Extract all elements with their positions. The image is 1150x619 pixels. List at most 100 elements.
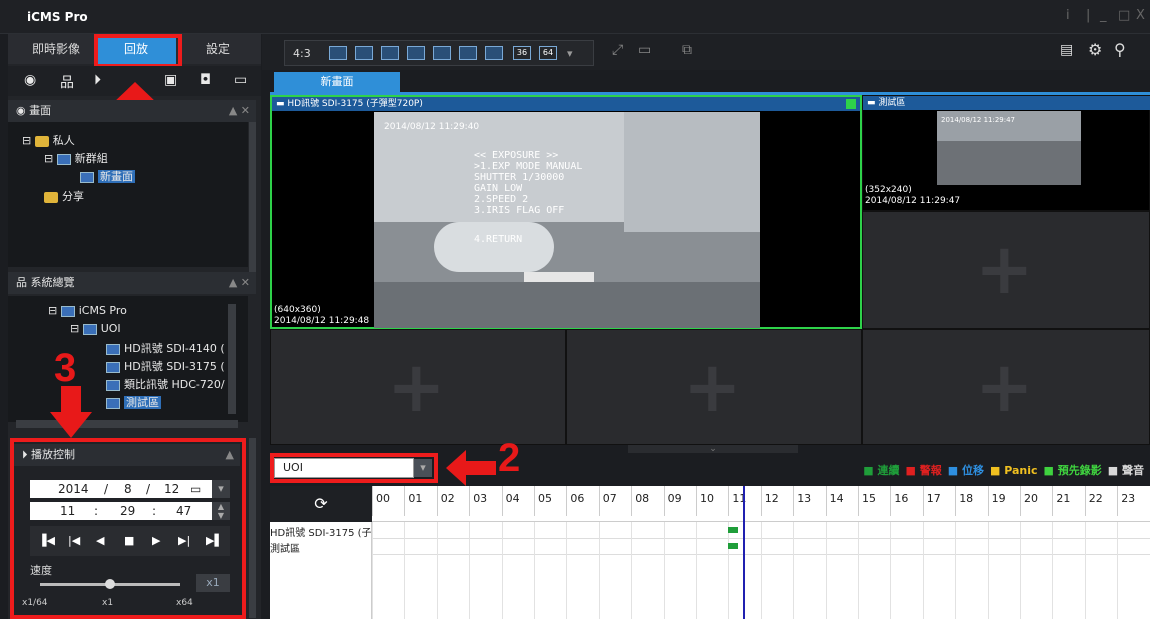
timeline-gridline [955, 522, 957, 619]
timeline-hour-label: 22 [1084, 486, 1117, 516]
title-bar: iCMS Pro i | _ □ X [0, 0, 1150, 34]
tree-node-camera[interactable]: 測試區 [106, 394, 161, 410]
playback-scrollbar[interactable] [249, 438, 256, 618]
collapse-handle[interactable]: ⌄ [628, 445, 798, 454]
search-icon[interactable]: ⚲ [1114, 40, 1126, 59]
tree-node-camera[interactable]: HD訊號 SDI-3175 ( [106, 358, 225, 374]
device-panel-title: 系統總覽 [30, 276, 75, 289]
recording-segment[interactable] [728, 543, 739, 549]
tab-live[interactable]: 即時影像 [16, 34, 96, 64]
tree-node-new-group[interactable]: ⊟ 新群組 [44, 150, 108, 166]
layout-9-icon[interactable] [407, 46, 425, 60]
play-circle-icon[interactable]: ⏵ [94, 72, 101, 88]
screens-tree: ⊟ 私人 ⊟ 新群組 新畫面 分享 [8, 122, 248, 267]
video-resolution: (352x240) [865, 185, 912, 195]
camera-icon [106, 361, 120, 373]
folder-icon [44, 191, 58, 203]
screens-scrollbar[interactable] [249, 122, 256, 272]
refresh-icon[interactable]: ⟳ [270, 486, 372, 522]
view-tab[interactable]: 新畫面 [274, 72, 400, 92]
recording-segment[interactable] [728, 527, 739, 533]
layout-toolbar: 4:3 36 64 ▾ ⤢ ▭ ⧉ ▤ ⚙ ⚲ [262, 34, 1150, 70]
info-icon[interactable]: i [1066, 8, 1070, 23]
device-tree-icon[interactable]: 品 [60, 72, 74, 92]
save-icon[interactable]: ▣ [164, 72, 177, 88]
empty-video-slot[interactable]: + [862, 329, 1150, 445]
layout-4-icon[interactable] [355, 46, 373, 60]
timeline-body[interactable] [372, 486, 1150, 619]
timeline-gridline [1020, 522, 1021, 619]
video-window-main[interactable]: ▬ HD訊號 SDI-3175 (子彈型720P) 2014/08/12 11:… [270, 95, 862, 329]
device-tree-icon: 品 [16, 276, 31, 289]
panel-controls-icon[interactable]: ▲ ✕ [229, 272, 250, 294]
popout-icon[interactable]: ⧉ [682, 42, 692, 58]
server-icon [60, 305, 75, 317]
tree-node-camera[interactable]: HD訊號 SDI-4140 ( [106, 340, 225, 356]
app-title: iCMS Pro [27, 10, 88, 24]
timeline-hour-label: 10 [696, 486, 728, 516]
camera-icon [106, 379, 120, 391]
fullscreen-icon[interactable]: ⤢ [612, 42, 623, 58]
tree-node-new-screen[interactable]: 新畫面 [80, 168, 135, 184]
empty-video-slot[interactable]: + [862, 211, 1150, 329]
timeline-gridline [1117, 522, 1119, 619]
maximize-button[interactable]: □ [1118, 8, 1130, 23]
tree-node-private[interactable]: ⊟ 私人 [22, 132, 75, 148]
camera-icon[interactable]: ◘ [200, 72, 211, 88]
tree-node-shared[interactable]: 分享 [44, 188, 84, 204]
highlight-box-1 [94, 34, 182, 68]
layout-16-icon[interactable] [485, 46, 503, 60]
layout-64-button[interactable]: 64 [539, 46, 557, 60]
keyboard-icon[interactable]: ▤ [1060, 42, 1073, 58]
device-tree-scrollbar[interactable] [228, 304, 236, 414]
empty-video-slot[interactable]: + [566, 329, 862, 445]
tree-node-camera[interactable]: 類比訊號 HDC-720/ [106, 376, 225, 392]
video-frame: 2014/08/12 11:29:40 << EXPOSURE >> >1.EX… [374, 112, 760, 328]
empty-video-slot[interactable]: + [270, 329, 566, 445]
legend-item: ■ 聲音 [1107, 464, 1144, 477]
video-frame: 2014/08/12 11:29:47 [937, 111, 1081, 185]
close-button[interactable]: X [1136, 8, 1145, 23]
minimize-button[interactable]: _ [1100, 8, 1107, 23]
eye-icon[interactable]: ◉ [24, 72, 36, 88]
timeline-hour-label: 19 [987, 486, 1020, 516]
timeline-gridline [534, 522, 535, 619]
timeline-hour-label: 03 [469, 486, 501, 516]
ratio-label[interactable]: 4:3 [293, 47, 311, 60]
timeline-gridline [890, 522, 892, 619]
screens-panel-header[interactable]: ◉ 畫面 ▲ ✕ [8, 100, 256, 122]
video-window-side[interactable]: ▬ 測試區 2014/08/12 11:29:47 (352x240) 2014… [862, 95, 1150, 211]
screen-group-icon [56, 153, 71, 165]
red-arrow-left-icon [446, 450, 496, 486]
chevron-down-icon[interactable]: ▾ [567, 47, 573, 60]
layout-10-icon[interactable] [433, 46, 451, 60]
timeline-gridline [696, 522, 697, 619]
timeline-gridline [436, 522, 438, 619]
timeline-gridline [987, 522, 989, 619]
tree-node-site[interactable]: ⊟ UOI [70, 322, 121, 335]
timeline-hour-label: 23 [1117, 486, 1149, 516]
layout-36-button[interactable]: 36 [513, 46, 531, 60]
monitor-icon[interactable]: ▭ [234, 72, 247, 88]
layout-1-icon[interactable] [329, 46, 347, 60]
gear-icon[interactable]: ⚙ [1088, 40, 1102, 59]
main-area: 4:3 36 64 ▾ ⤢ ▭ ⧉ ▤ ⚙ ⚲ 新畫面 ▬ HD訊號 SDI-3… [262, 34, 1150, 619]
timeline-gridline [469, 522, 471, 619]
tab-settings[interactable]: 設定 [178, 34, 258, 64]
dual-monitor-icon[interactable]: ▭ [638, 42, 651, 58]
layout-6-icon[interactable] [381, 46, 399, 60]
osd-menu: << EXPOSURE >> >1.EXP MODE MANUAL SHUTTE… [474, 150, 583, 245]
timeline: ⟳ 00 01 02 03 04 05 06 07 08 09 10 11 12 13 14 15 16 17 18… [270, 486, 1150, 619]
timeline-gridline [631, 522, 633, 619]
timeline-gridline [372, 522, 373, 619]
tree-node-icms-root[interactable]: ⊟ iCMS Pro [48, 304, 127, 317]
timeline-gridline [858, 522, 859, 619]
timeline-cursor[interactable] [742, 486, 745, 619]
device-tree: ⊟ iCMS Pro ⊟ UOI HD訊號 SDI-4140 ( HD訊號 SD… [8, 296, 248, 422]
panel-controls-icon[interactable]: ▲ ✕ [229, 100, 250, 122]
folder-icon [34, 135, 49, 147]
layout-selector: 4:3 36 64 ▾ [284, 40, 594, 66]
layout-13-icon[interactable] [459, 46, 477, 60]
device-panel-header[interactable]: 品 系統總覽 ▲ ✕ [8, 272, 256, 294]
annotation-number-2: 2 [498, 436, 521, 480]
